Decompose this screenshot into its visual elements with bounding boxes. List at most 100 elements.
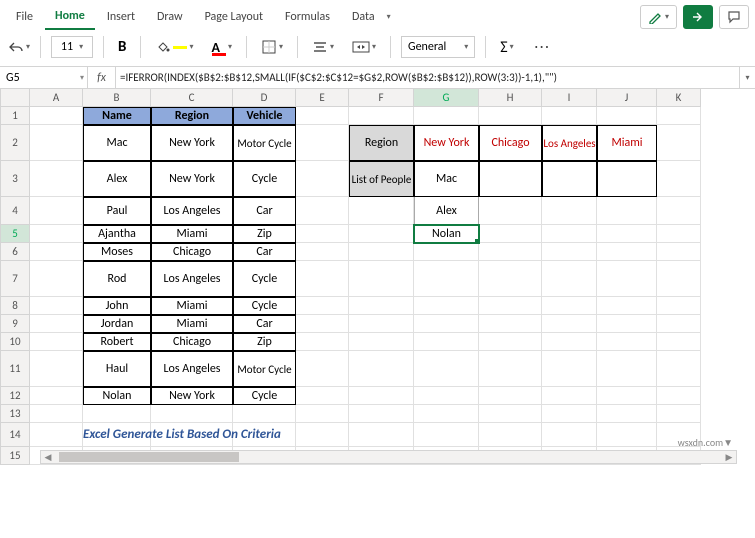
cell-H14[interactable] bbox=[479, 423, 542, 447]
cell-B11[interactable]: Haul bbox=[83, 351, 151, 387]
cell-B4[interactable]: Paul bbox=[83, 197, 151, 225]
cell-G5[interactable]: Nolan bbox=[414, 225, 479, 243]
scrollbar-thumb[interactable] bbox=[59, 452, 239, 462]
cell-C4[interactable]: Los Angeles bbox=[151, 197, 233, 225]
cell-D7[interactable]: Cycle bbox=[233, 261, 296, 297]
editing-mode-button[interactable]: ▾ bbox=[640, 5, 677, 29]
cell-E4[interactable] bbox=[296, 197, 349, 225]
cell-G14[interactable] bbox=[414, 423, 479, 447]
cell-E12[interactable] bbox=[296, 387, 349, 405]
row-header-2[interactable]: 2 bbox=[0, 125, 30, 161]
cell-C6[interactable]: Chicago bbox=[151, 243, 233, 261]
font-size-input[interactable]: 11▾ bbox=[51, 36, 93, 58]
cell-E6[interactable] bbox=[296, 243, 349, 261]
cell-B3[interactable]: Alex bbox=[83, 161, 151, 197]
cell-E3[interactable] bbox=[296, 161, 349, 197]
cell-H4[interactable] bbox=[479, 197, 542, 225]
row-header-10[interactable]: 10 bbox=[0, 333, 30, 351]
cell-F6[interactable] bbox=[349, 243, 414, 261]
row-header-3[interactable]: 3 bbox=[0, 161, 30, 197]
select-all-corner[interactable] bbox=[0, 89, 30, 107]
cell-K1[interactable] bbox=[657, 107, 701, 125]
cell-H3[interactable] bbox=[479, 161, 542, 197]
formula-input[interactable]: =IFERROR(INDEX($B$2:$B$12,SMALL(IF($C$2:… bbox=[116, 67, 739, 88]
cell-I12[interactable] bbox=[542, 387, 597, 405]
cell-A14[interactable] bbox=[30, 423, 83, 447]
cell-J6[interactable] bbox=[597, 243, 657, 261]
cell-I9[interactable] bbox=[542, 315, 597, 333]
cell-C5[interactable]: Miami bbox=[151, 225, 233, 243]
cell-B13[interactable] bbox=[83, 405, 151, 423]
menu-file[interactable]: File bbox=[6, 5, 43, 29]
cell-F13[interactable] bbox=[349, 405, 414, 423]
row-header-5[interactable]: 5 bbox=[0, 225, 30, 243]
font-color-button[interactable]: A ▾ bbox=[207, 39, 236, 56]
cell-B2[interactable]: Mac bbox=[83, 125, 151, 161]
cell-J1[interactable] bbox=[597, 107, 657, 125]
row-header-7[interactable]: 7 bbox=[0, 261, 30, 297]
cell-F11[interactable] bbox=[349, 351, 414, 387]
menu-draw[interactable]: Draw bbox=[147, 5, 193, 29]
cell-F10[interactable] bbox=[349, 333, 414, 351]
cell-C2[interactable]: New York bbox=[151, 125, 233, 161]
cell-J9[interactable] bbox=[597, 315, 657, 333]
cell-I14[interactable] bbox=[542, 423, 597, 447]
col-header-H[interactable]: H bbox=[479, 89, 542, 107]
cell-B9[interactable]: Jordan bbox=[83, 315, 151, 333]
cell-H9[interactable] bbox=[479, 315, 542, 333]
col-header-J[interactable]: J bbox=[597, 89, 657, 107]
cell-I5[interactable] bbox=[542, 225, 597, 243]
cell-K6[interactable] bbox=[657, 243, 701, 261]
cell-H12[interactable] bbox=[479, 387, 542, 405]
cell-C9[interactable]: Miami bbox=[151, 315, 233, 333]
cell-C1[interactable]: Region bbox=[151, 107, 233, 125]
col-header-C[interactable]: C bbox=[151, 89, 233, 107]
cell-K2[interactable] bbox=[657, 125, 701, 161]
cell-K3[interactable] bbox=[657, 161, 701, 197]
col-header-F[interactable]: F bbox=[349, 89, 414, 107]
cell-B8[interactable]: John bbox=[83, 297, 151, 315]
col-header-A[interactable]: A bbox=[30, 89, 83, 107]
cell-G4[interactable]: Alex bbox=[414, 197, 479, 225]
cell-B12[interactable]: Nolan bbox=[83, 387, 151, 405]
share-button[interactable] bbox=[683, 5, 713, 29]
cell-A7[interactable] bbox=[30, 261, 83, 297]
cell-J4[interactable] bbox=[597, 197, 657, 225]
cell-G7[interactable] bbox=[414, 261, 479, 297]
cell-B7[interactable]: Rod bbox=[83, 261, 151, 297]
cell-A12[interactable] bbox=[30, 387, 83, 405]
cell-I3[interactable] bbox=[542, 161, 597, 197]
borders-button[interactable]: ▾ bbox=[257, 39, 287, 55]
cell-A9[interactable] bbox=[30, 315, 83, 333]
col-header-B[interactable]: B bbox=[83, 89, 151, 107]
row-header-6[interactable]: 6 bbox=[0, 243, 30, 261]
cell-G9[interactable] bbox=[414, 315, 479, 333]
cell-J5[interactable] bbox=[597, 225, 657, 243]
cell-J3[interactable] bbox=[597, 161, 657, 197]
cell-D2[interactable]: Motor Cycle bbox=[233, 125, 296, 161]
cell-J13[interactable] bbox=[597, 405, 657, 423]
menu-page-layout[interactable]: Page Layout bbox=[195, 5, 273, 29]
cell-F1[interactable] bbox=[349, 107, 414, 125]
row-header-12[interactable]: 12 bbox=[0, 387, 30, 405]
cell-J11[interactable] bbox=[597, 351, 657, 387]
cell-G1[interactable] bbox=[414, 107, 479, 125]
cell-B14[interactable]: Excel Generate List Based On Criteria bbox=[83, 423, 151, 447]
cell-D12[interactable]: Cycle bbox=[233, 387, 296, 405]
cell-J8[interactable] bbox=[597, 297, 657, 315]
horizontal-scrollbar[interactable]: ◀ ▶ bbox=[40, 450, 737, 464]
cell-A1[interactable] bbox=[30, 107, 83, 125]
row-header-1[interactable]: 1 bbox=[0, 107, 30, 125]
cell-A3[interactable] bbox=[30, 161, 83, 197]
cell-D4[interactable]: Car bbox=[233, 197, 296, 225]
col-header-D[interactable]: D bbox=[233, 89, 296, 107]
cell-B1[interactable]: Name bbox=[83, 107, 151, 125]
cell-G10[interactable] bbox=[414, 333, 479, 351]
align-center-button[interactable]: ▾ bbox=[308, 40, 338, 54]
cell-A10[interactable] bbox=[30, 333, 83, 351]
cell-H13[interactable] bbox=[479, 405, 542, 423]
cell-E2[interactable] bbox=[296, 125, 349, 161]
cell-A5[interactable] bbox=[30, 225, 83, 243]
comments-button[interactable] bbox=[719, 5, 749, 29]
menu-data[interactable]: Data bbox=[342, 5, 385, 29]
